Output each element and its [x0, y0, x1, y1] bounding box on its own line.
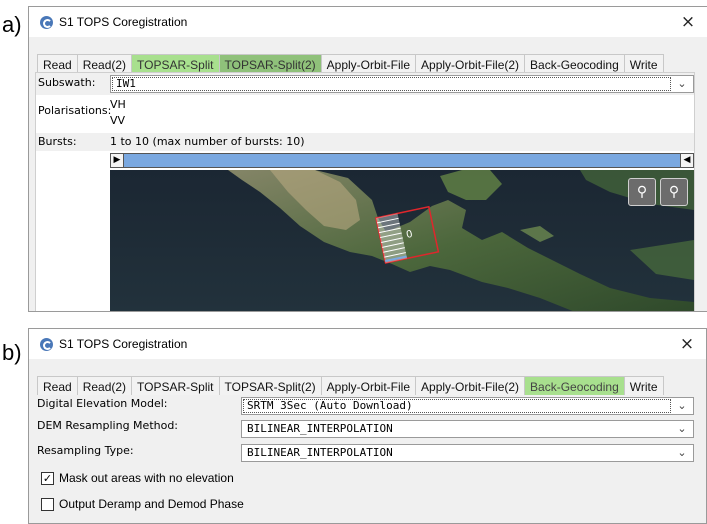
dem-resampling-row: DEM Resampling Method: BILINEAR_INTERPOL… [35, 417, 696, 439]
polarisation-item[interactable]: VH [110, 95, 690, 111]
dem-select[interactable]: SRTM 3Sec (Auto Download) ⌄ [241, 397, 694, 415]
output-deramp-label: Output Deramp and Demod Phase [59, 497, 244, 511]
chevron-down-icon: ⌄ [677, 399, 687, 412]
slider-right-handle[interactable]: ◀ [680, 154, 693, 167]
subswath-label: Subswath: [38, 76, 96, 89]
output-deramp-option[interactable]: Output Deramp and Demod Phase [41, 497, 244, 511]
dem-value: SRTM 3Sec (Auto Download) [247, 399, 413, 412]
mask-no-elevation-checkbox[interactable]: ✓ [41, 471, 54, 485]
dem-resampling-select[interactable]: BILINEAR_INTERPOLATION ⌄ [241, 420, 694, 438]
polarisations-label: Polarisations: [38, 104, 112, 117]
tab-read[interactable]: Read [37, 376, 78, 395]
resampling-type-row: Resampling Type: BILINEAR_INTERPOLATION … [35, 441, 696, 463]
chevron-down-icon: ⌄ [677, 446, 687, 459]
subswath-value: IW1 [116, 77, 136, 90]
window-title: S1 TOPS Coregistration [59, 15, 188, 29]
tab-topsar-split-2[interactable]: TOPSAR-Split(2) [218, 376, 322, 395]
resampling-type-label: Resampling Type: [37, 444, 134, 457]
resampling-type-select[interactable]: BILINEAR_INTERPOLATION ⌄ [241, 444, 694, 462]
panel-b-label: b) [2, 340, 22, 365]
subswath-row: Subswath: IW1 ⌄ [36, 73, 694, 95]
polarisation-item[interactable]: VV [110, 111, 690, 127]
dem-label: Digital Elevation Model: [37, 397, 168, 410]
tab-back-geocoding[interactable]: Back-Geocoding [524, 376, 625, 395]
panel-a-label: a) [2, 12, 22, 37]
tab-strip: Read Read(2) TOPSAR-Split TOPSAR-Split(2) Ap… [37, 376, 664, 395]
bursts-label: Bursts: [38, 135, 77, 148]
zoom-all-icon: ⚲ [636, 184, 648, 200]
zoom-all-button[interactable]: ⚲ [628, 178, 656, 206]
dem-row: Digital Elevation Model: SRTM 3Sec (Auto… [35, 395, 696, 415]
resampling-type-value: BILINEAR_INTERPOLATION [247, 446, 393, 459]
polarisations-row: Polarisations: VH VV [36, 95, 694, 131]
tab-apply-orbit-file[interactable]: Apply-Orbit-File [320, 376, 417, 395]
map-imagery: 0 [228, 170, 694, 311]
subswath-select[interactable]: IW1 ⌄ [110, 75, 694, 93]
bursts-range-text: 1 to 10 (max number of bursts: 10) [110, 135, 305, 148]
close-button[interactable]: × [673, 12, 703, 32]
split-parameters-panel: Subswath: IW1 ⌄ Polarisations: VH VV Bur… [35, 72, 695, 311]
tab-read[interactable]: Read [37, 54, 78, 73]
bursts-range-slider[interactable]: ▶ ◀ [110, 153, 694, 168]
close-button[interactable]: × [672, 334, 702, 354]
bursts-row: Bursts: 1 to 10 (max number of bursts: 1… [36, 133, 694, 151]
tab-topsar-split-2[interactable]: TOPSAR-Split(2) [218, 54, 322, 73]
back-geocoding-panel: Digital Elevation Model: SRTM 3Sec (Auto… [35, 395, 696, 523]
tab-topsar-split[interactable]: TOPSAR-Split [131, 376, 220, 395]
slider-left-handle[interactable]: ▶ [111, 154, 124, 167]
world-map-preview[interactable]: 0 ⚲ ⚲ [110, 170, 694, 311]
app-icon [40, 15, 53, 29]
tab-read-2[interactable]: Read(2) [76, 376, 133, 395]
polarisations-list[interactable]: VH VV [110, 95, 690, 127]
chevron-down-icon: ⌄ [677, 422, 687, 435]
pan-icon: ⚲ [668, 184, 680, 200]
tab-read-2[interactable]: Read(2) [76, 54, 133, 73]
coregistration-dialog-b: S1 TOPS Coregistration × Read Read(2) TOPS… [28, 328, 707, 524]
tab-strip: Read Read(2) TOPSAR-Split TOPSAR-Split(2) Ap… [37, 54, 664, 73]
chevron-down-icon: ⌄ [677, 77, 687, 90]
tab-apply-orbit-file-2[interactable]: Apply-Orbit-File(2) [415, 54, 526, 73]
tab-write[interactable]: Write [623, 54, 664, 73]
tab-back-geocoding[interactable]: Back-Geocoding [524, 54, 625, 73]
dem-resampling-value: BILINEAR_INTERPOLATION [247, 422, 393, 435]
focus-ring [112, 77, 671, 91]
dem-resampling-label: DEM Resampling Method: [37, 419, 179, 432]
pan-button[interactable]: ⚲ [660, 178, 688, 206]
output-deramp-checkbox[interactable] [41, 497, 54, 511]
tab-apply-orbit-file-2[interactable]: Apply-Orbit-File(2) [415, 376, 526, 395]
tab-apply-orbit-file[interactable]: Apply-Orbit-File [320, 54, 417, 73]
tab-write[interactable]: Write [623, 376, 664, 395]
window-title: S1 TOPS Coregistration [59, 337, 188, 351]
title-bar: S1 TOPS Coregistration × [29, 7, 707, 37]
title-bar: S1 TOPS Coregistration × [29, 329, 706, 359]
tab-topsar-split[interactable]: TOPSAR-Split [131, 54, 220, 73]
app-icon [40, 337, 53, 351]
mask-no-elevation-label: Mask out areas with no elevation [59, 471, 234, 485]
mask-no-elevation-option[interactable]: ✓ Mask out areas with no elevation [41, 471, 234, 485]
coregistration-dialog-a: S1 TOPS Coregistration × Read Read(2) TOPS… [28, 6, 707, 312]
